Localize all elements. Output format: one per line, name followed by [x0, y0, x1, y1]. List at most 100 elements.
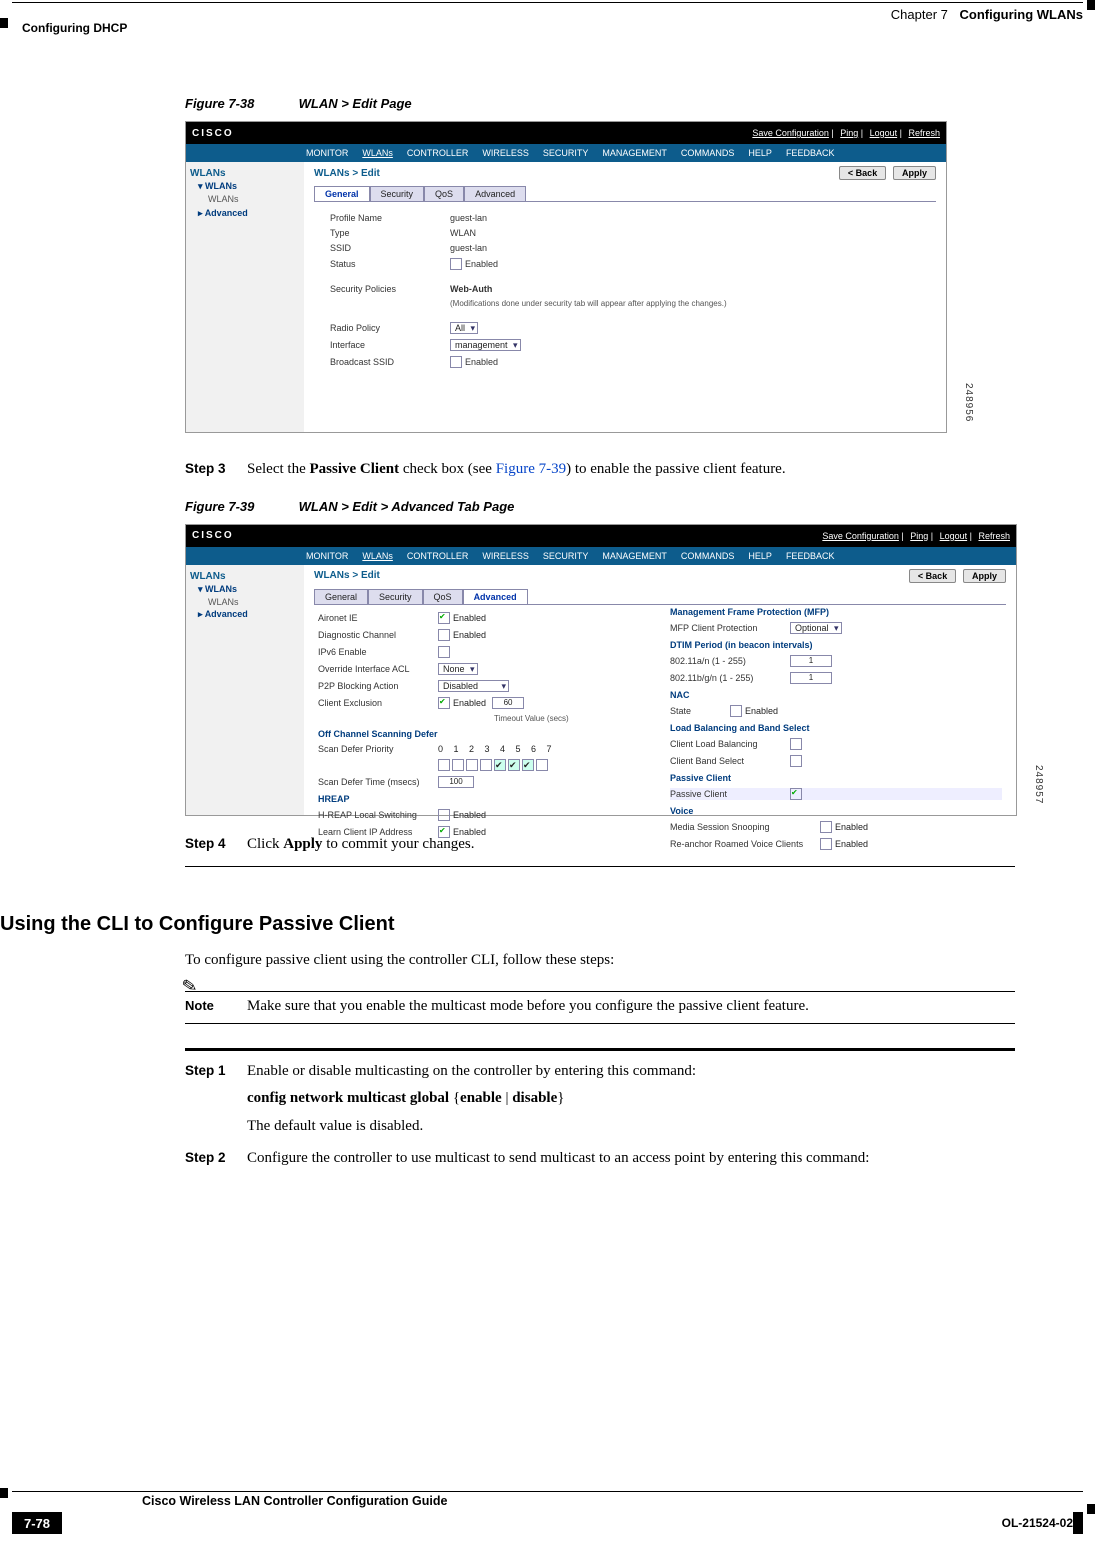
figure-39-link[interactable]: Figure 7-39: [496, 461, 566, 477]
mss-checkbox[interactable]: [820, 821, 832, 833]
sidebar-item-wlans-sub[interactable]: WLANs: [208, 194, 300, 204]
apply-button[interactable]: Apply: [963, 569, 1006, 583]
sdp-7[interactable]: [536, 759, 548, 771]
menu-wlans[interactable]: WLANs: [362, 148, 393, 158]
image-id-2: 248957: [1033, 765, 1044, 804]
menu-commands[interactable]: COMMANDS: [681, 148, 735, 158]
cli-heading: Using the CLI to Configure Passive Clien…: [0, 913, 1015, 936]
sdp-3[interactable]: [480, 759, 492, 771]
note-label: Note: [185, 998, 247, 1015]
d11a-input[interactable]: 1: [790, 655, 832, 667]
sidebar-item-advanced[interactable]: ▸ Advanced: [198, 208, 300, 219]
menu-security[interactable]: SECURITY: [543, 551, 589, 561]
hls-checkbox[interactable]: [438, 809, 450, 821]
tab-qos[interactable]: QoS: [424, 186, 464, 201]
lcip-checkbox[interactable]: [438, 826, 450, 838]
status-checkbox[interactable]: [450, 258, 462, 270]
passive-client-checkbox[interactable]: [790, 788, 802, 800]
sidebar-item-advanced[interactable]: ▸ Advanced: [198, 609, 300, 620]
menu-help[interactable]: HELP: [748, 551, 772, 561]
note-icon: ✎: [180, 974, 199, 997]
sidebar-header: WLANs: [190, 168, 300, 179]
back-button[interactable]: < Back: [909, 569, 956, 583]
menu-commands[interactable]: COMMANDS: [681, 551, 735, 561]
ping-link[interactable]: Ping: [840, 128, 858, 138]
sdp-6[interactable]: ✔: [522, 759, 534, 771]
figure-39-caption: Figure 7-39 WLAN > Edit > Advanced Tab P…: [185, 499, 1015, 514]
voice-header: Voice: [670, 806, 1002, 816]
figure-38-screenshot: 248956 CISCO Save Configuration | Ping |…: [185, 121, 947, 433]
sdp-0[interactable]: [438, 759, 450, 771]
guide-title: Cisco Wireless LAN Controller Configurat…: [142, 1494, 1083, 1508]
tab-advanced[interactable]: Advanced: [463, 589, 528, 604]
cisco-logo: CISCO: [192, 530, 234, 541]
back-button[interactable]: < Back: [839, 166, 886, 180]
tab-advanced[interactable]: Advanced: [464, 186, 526, 201]
refresh-link[interactable]: Refresh: [908, 128, 940, 138]
cex-checkbox[interactable]: [438, 697, 450, 709]
menu-feedback[interactable]: FEEDBACK: [786, 148, 835, 158]
sdp-4[interactable]: ✔: [494, 759, 506, 771]
menu-monitor[interactable]: MONITOR: [306, 551, 348, 561]
menu-management[interactable]: MANAGEMENT: [602, 148, 667, 158]
ssid-value: guest-lan: [450, 243, 487, 253]
bcast-checkbox[interactable]: [450, 356, 462, 368]
ping-link[interactable]: Ping: [910, 531, 928, 541]
menu-wireless[interactable]: WIRELESS: [482, 148, 529, 158]
menu-help[interactable]: HELP: [748, 148, 772, 158]
ipv6-checkbox[interactable]: [438, 646, 450, 658]
oacl-select[interactable]: None: [438, 663, 478, 675]
p2p-select[interactable]: Disabled: [438, 680, 509, 692]
save-config-link[interactable]: Save Configuration: [752, 128, 829, 138]
logout-link[interactable]: Logout: [870, 128, 898, 138]
tab-general[interactable]: General: [314, 186, 370, 201]
refresh-link[interactable]: Refresh: [978, 531, 1010, 541]
menu-security[interactable]: SECURITY: [543, 148, 589, 158]
secpol-value: Web-Auth: [450, 284, 492, 294]
mfp-select[interactable]: Optional: [790, 622, 842, 634]
nac-state-label: State: [670, 706, 730, 716]
rar-checkbox[interactable]: [820, 838, 832, 850]
menu-feedback[interactable]: FEEDBACK: [786, 551, 835, 561]
sdp-5[interactable]: ✔: [508, 759, 520, 771]
mfp-label: MFP Client Protection: [670, 623, 790, 633]
chapter-title: Configuring WLANs: [960, 7, 1083, 22]
doc-id: OL-21524-02: [1002, 1516, 1073, 1530]
aironet-checkbox[interactable]: [438, 612, 450, 624]
profile-name-value: guest-lan: [450, 213, 487, 223]
menu-controller[interactable]: CONTROLLER: [407, 148, 469, 158]
d11b-input[interactable]: 1: [790, 672, 832, 684]
menu-wlans[interactable]: WLANs: [362, 551, 393, 561]
chapter-label: Chapter 7: [891, 7, 948, 22]
tab-security[interactable]: Security: [368, 589, 423, 604]
cex-timeout-label: Timeout Value (secs): [494, 714, 569, 723]
tab-qos[interactable]: QoS: [423, 589, 463, 604]
tab-general[interactable]: General: [314, 589, 368, 604]
figure-39-screenshot: 248957 CISCO Save Configuration | Ping |…: [185, 524, 1017, 816]
profile-name-label: Profile Name: [330, 213, 450, 223]
sidebar-item-wlans[interactable]: ▾ WLANs: [198, 181, 300, 192]
sidebar-item-wlans-sub[interactable]: WLANs: [208, 597, 300, 607]
nac-checkbox[interactable]: [730, 705, 742, 717]
cex-timeout-input[interactable]: 60: [492, 697, 524, 709]
status-label: Status: [330, 259, 450, 269]
radio-select[interactable]: All: [450, 322, 478, 334]
apply-button[interactable]: Apply: [893, 166, 936, 180]
clb-checkbox[interactable]: [790, 738, 802, 750]
sdt-input[interactable]: 100: [438, 776, 474, 788]
diag-checkbox[interactable]: [438, 629, 450, 641]
sdp-2[interactable]: [466, 759, 478, 771]
save-config-link[interactable]: Save Configuration: [822, 531, 899, 541]
menu-monitor[interactable]: MONITOR: [306, 148, 348, 158]
sdp-1[interactable]: [452, 759, 464, 771]
sidebar-item-wlans[interactable]: ▾ WLANs: [198, 584, 300, 595]
iface-select[interactable]: management: [450, 339, 521, 351]
logout-link[interactable]: Logout: [940, 531, 968, 541]
menu-management[interactable]: MANAGEMENT: [602, 551, 667, 561]
mfp-header: Management Frame Protection (MFP): [670, 607, 1002, 617]
step2-label: Step 2: [185, 1148, 247, 1170]
cbs-checkbox[interactable]: [790, 755, 802, 767]
menu-controller[interactable]: CONTROLLER: [407, 551, 469, 561]
tab-security[interactable]: Security: [370, 186, 425, 201]
menu-wireless[interactable]: WIRELESS: [482, 551, 529, 561]
